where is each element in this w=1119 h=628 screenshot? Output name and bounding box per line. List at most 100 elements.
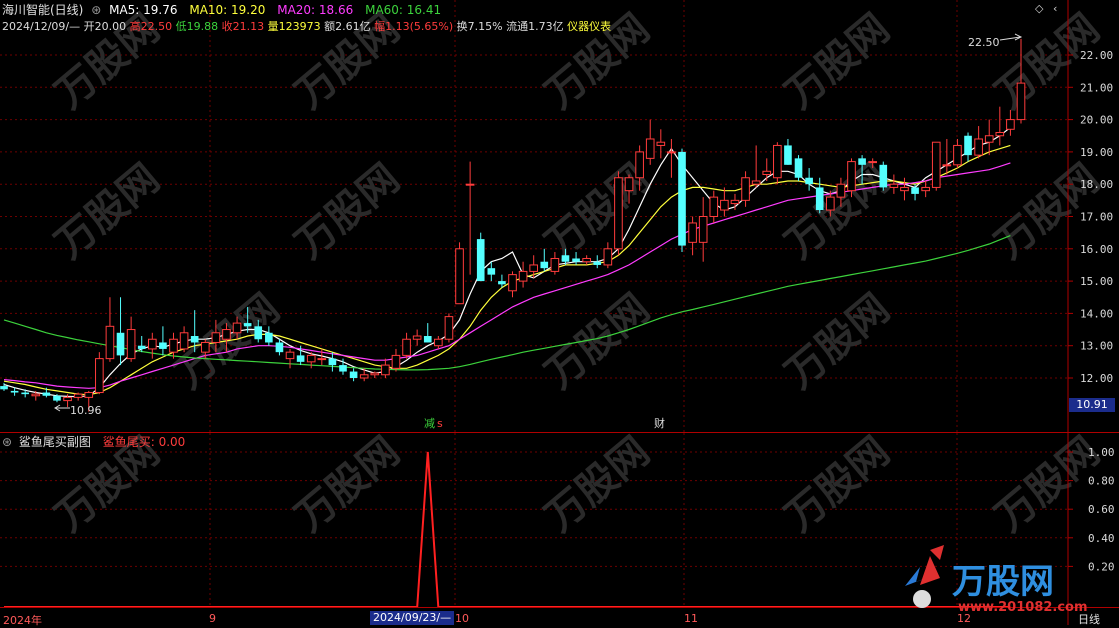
quote-date: 2024/12/09/— <box>2 20 81 33</box>
time-label-nov: 11 <box>684 612 698 625</box>
candle <box>720 187 729 217</box>
collapse-chevron-icon[interactable]: ‹ <box>1053 2 1057 15</box>
event-reduce-marker[interactable]: 减 <box>424 417 435 430</box>
candle-body <box>476 239 485 282</box>
candle-body <box>815 187 824 211</box>
brand-url-text: www.201082.com <box>958 600 1088 615</box>
candle-body <box>391 354 401 369</box>
industry-link[interactable]: 仪器仪表 <box>567 20 611 33</box>
candle-body <box>105 325 115 360</box>
candle <box>984 119 994 156</box>
candle-body <box>730 199 740 205</box>
cursor-date-box: 2024/09/23/— <box>370 611 455 625</box>
candle <box>784 138 792 165</box>
low-price-marker: 10.96 <box>54 404 102 417</box>
candle <box>476 232 485 282</box>
candle-body <box>317 358 327 361</box>
candle-body <box>667 151 676 154</box>
candle <box>444 313 454 343</box>
candle-body <box>285 351 295 360</box>
candle-body <box>42 392 51 396</box>
candle <box>73 392 83 401</box>
candle-body <box>720 199 729 211</box>
price-tick-label: 22.00 <box>1080 49 1113 62</box>
indicator-tick-label: 0.40 <box>1088 532 1115 545</box>
indicator-chart[interactable]: 万股网 万股网 万股网 万股网 万股网 1.000.800.600.400.20 万股网… <box>0 433 1119 625</box>
candle <box>678 148 686 253</box>
settings-circle-icon[interactable]: ⊛ <box>91 3 101 17</box>
candle-body <box>147 338 157 350</box>
candle-body <box>964 135 972 156</box>
candle <box>116 297 125 366</box>
candle-body <box>159 342 167 349</box>
indicator-title[interactable]: 鲨鱼尾买副图 <box>19 435 91 449</box>
event-s-marker[interactable]: s <box>437 417 443 430</box>
candle-body <box>306 354 316 363</box>
candle <box>402 332 411 359</box>
candle-body <box>349 371 358 378</box>
candle-body <box>942 164 952 167</box>
candle-body <box>911 187 919 194</box>
event-finance-marker[interactable]: 财 <box>654 416 665 430</box>
candle <box>275 339 284 356</box>
candle <box>126 316 136 362</box>
candle <box>656 129 666 159</box>
stock-name[interactable]: 海川智能(日线) <box>2 3 83 17</box>
candle <box>900 177 909 201</box>
candle-body <box>84 392 94 398</box>
candle-body <box>487 268 496 275</box>
candle <box>285 348 295 369</box>
price-tick-label: 14.00 <box>1080 307 1113 320</box>
candle-body <box>550 257 560 272</box>
candle-body <box>402 338 411 356</box>
watermark-text: 万股网 <box>287 155 408 267</box>
candle <box>995 106 1005 146</box>
candle-body <box>561 255 570 262</box>
candle-body <box>529 264 539 272</box>
brand-logo-text: 万股网 <box>952 562 1054 602</box>
indicator-settings-icon[interactable]: ⊛ <box>2 435 12 449</box>
candle <box>815 177 824 214</box>
legend-bar: 海川智能(日线) ⊛ MA5: 19.76 MA10: 19.20 MA20: … <box>2 1 441 18</box>
candle-body <box>794 158 803 178</box>
candle-body <box>328 358 337 366</box>
candle <box>105 297 115 362</box>
candle-body <box>984 135 994 143</box>
kline-chart[interactable]: 万股网 万股网 万股网 万股网 万股网万股网 万股网 万股网 万股网 万股网万股网 万股网 万股网 … <box>0 0 1119 433</box>
indicator-value-label: 鲨鱼尾买: 0.00 <box>102 435 186 449</box>
candle <box>688 216 697 256</box>
candle-body <box>359 374 369 379</box>
candle-body <box>635 151 644 179</box>
candle-body <box>465 183 475 186</box>
candle <box>942 138 952 175</box>
candle <box>953 138 962 169</box>
brand-logo: 万股网 www.201082.com <box>905 545 1088 615</box>
ma10-label: MA10: 19.20 <box>189 3 266 17</box>
candle-body <box>63 396 72 402</box>
candle-body <box>847 161 856 192</box>
candle-body <box>540 261 549 269</box>
candle-body <box>275 342 284 353</box>
candle-body <box>603 248 613 266</box>
low-price: 低19.88 <box>175 20 219 33</box>
watermark: 万股网 万股网 万股网 万股网 万股网 <box>47 433 1108 541</box>
candle-body <box>773 144 782 179</box>
candle <box>147 332 157 359</box>
candle-body <box>805 177 813 185</box>
candle <box>751 145 761 188</box>
close-price: 收21.13 <box>221 20 265 33</box>
watermark-text: 万股网 <box>777 285 898 397</box>
candle <box>159 326 167 356</box>
diamond-icon[interactable]: ◇ <box>1035 2 1043 15</box>
price-tick-label: 15.00 <box>1080 275 1113 288</box>
price-tick-label: 20.00 <box>1080 114 1113 127</box>
candle-body <box>126 329 136 360</box>
candle-body <box>10 390 19 393</box>
candle <box>508 271 517 298</box>
price-grid <box>0 0 1068 433</box>
time-label-dec: 12 <box>957 612 971 625</box>
candle-body <box>254 326 263 340</box>
candle <box>423 323 432 343</box>
candle-body <box>825 196 835 211</box>
current-price-box: 10.91 <box>1069 398 1115 412</box>
